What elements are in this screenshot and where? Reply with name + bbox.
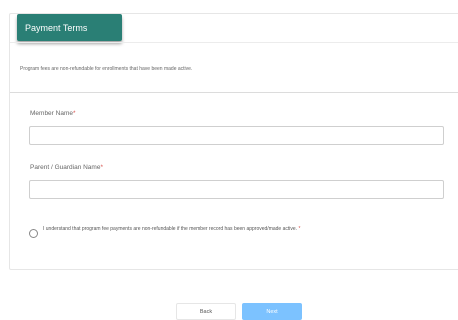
acknowledgement-label: I understand that program fee payments a…: [43, 224, 443, 234]
acknowledgement-checkbox[interactable]: [29, 229, 38, 238]
guardian-name-label-text: Parent / Guardian Name: [30, 164, 101, 171]
member-name-label-text: Member Name: [30, 110, 73, 117]
guardian-name-label: Parent / Guardian Name*: [30, 164, 103, 171]
header-divider: [10, 42, 458, 43]
section-divider: [10, 92, 458, 93]
guardian-name-input[interactable]: [29, 180, 444, 199]
back-button[interactable]: Back: [176, 303, 236, 320]
required-mark: *: [298, 226, 301, 232]
refund-notice: Program fees are non-refundable for enro…: [20, 66, 193, 72]
card-title: Payment Terms: [17, 14, 122, 41]
required-mark: *: [72, 110, 76, 117]
required-mark: *: [100, 164, 103, 171]
member-name-input[interactable]: [29, 126, 444, 145]
member-name-label: Member Name*: [30, 110, 76, 117]
next-button[interactable]: Next: [242, 303, 302, 320]
acknowledgement-text: I understand that program fee payments a…: [43, 226, 298, 232]
